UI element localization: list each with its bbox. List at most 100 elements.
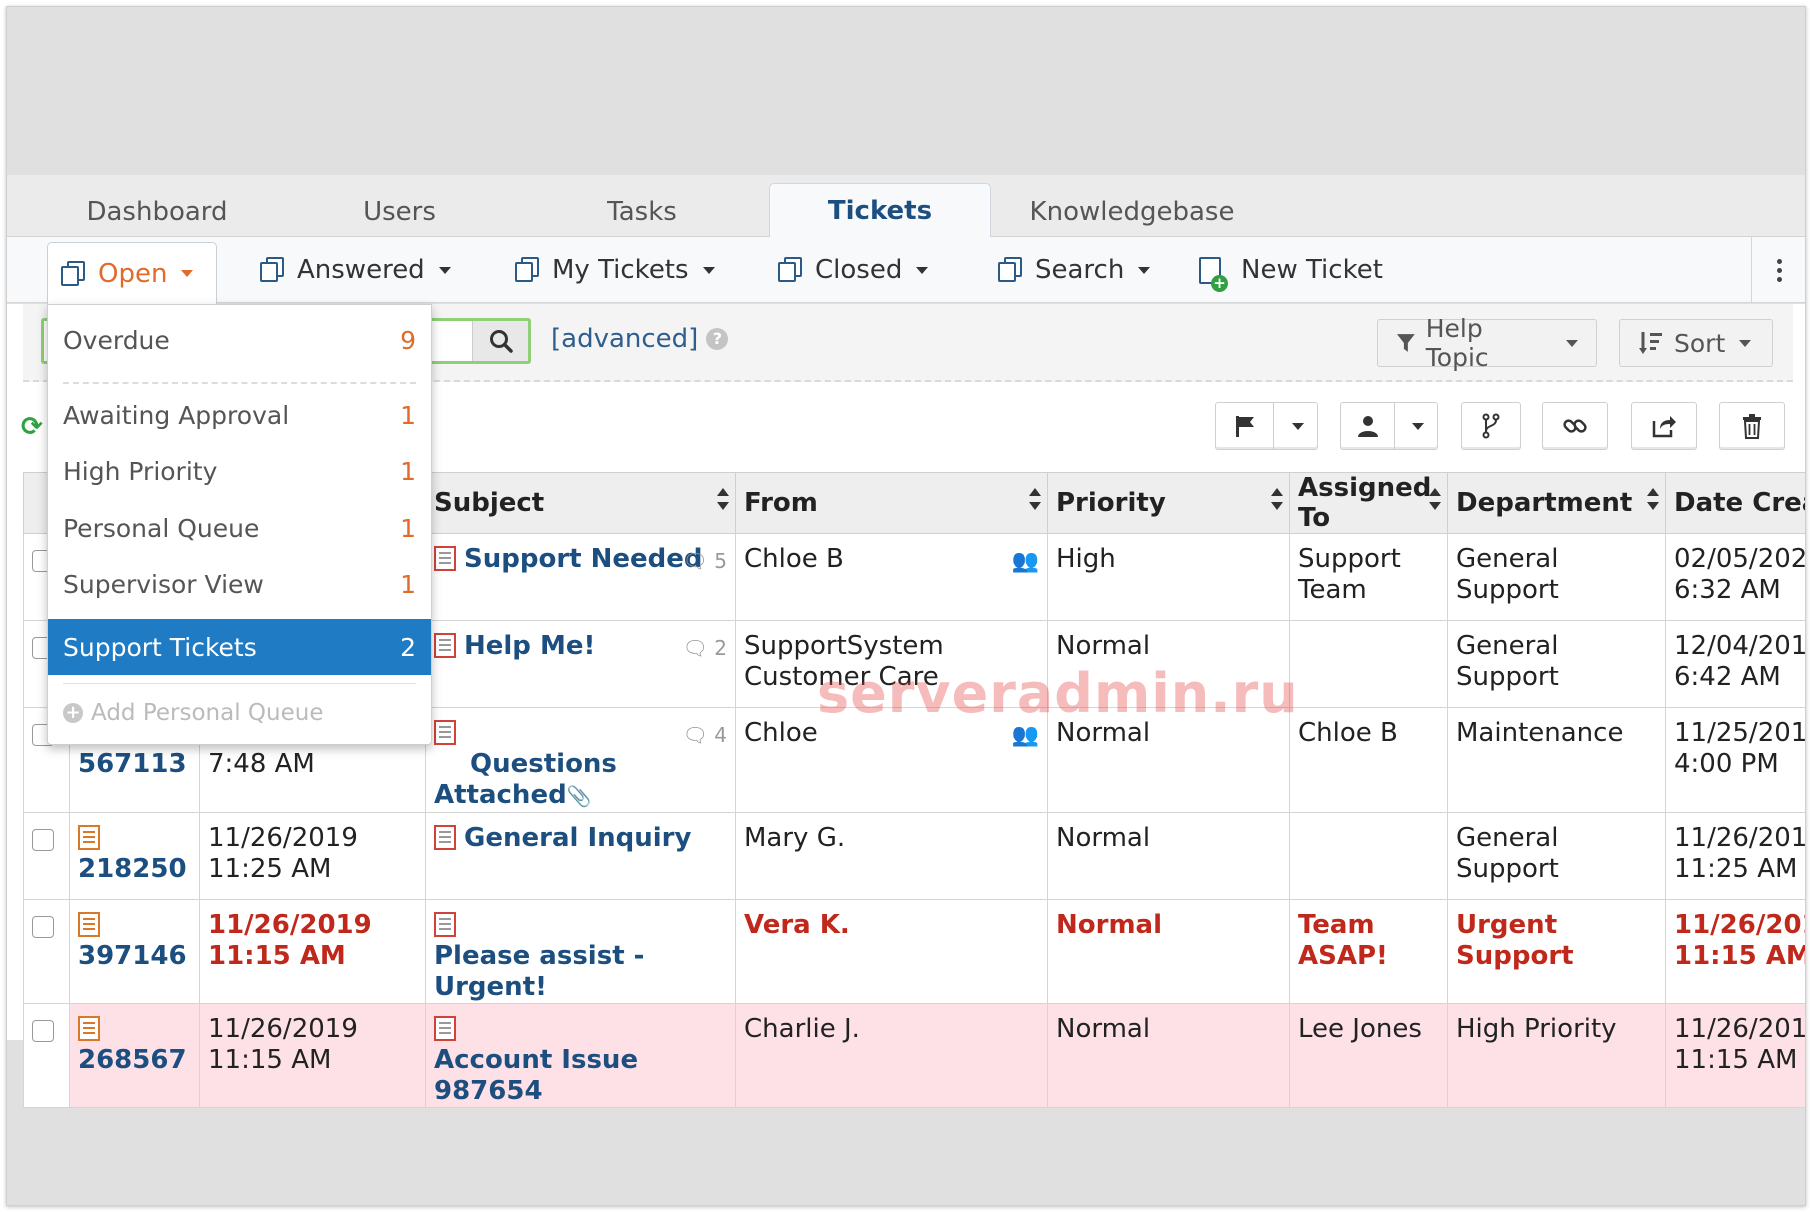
help-icon[interactable]: ? [706, 328, 729, 350]
created-time: 4:00 PM [1674, 749, 1779, 779]
ticket-number-link[interactable]: 397146 [78, 941, 191, 972]
header-assigned-to[interactable]: Assigned To [1289, 472, 1448, 534]
help-topic-label: Help Topic [1425, 314, 1489, 372]
queue-item-supervisor-view[interactable]: Supervisor View 1 [48, 556, 431, 612]
advanced-search-link[interactable]: [advanced]? [551, 324, 729, 354]
header-department[interactable]: Department [1447, 472, 1666, 534]
queue-item-overdue[interactable]: Overdue 9 [48, 312, 431, 368]
sort-arrows-icon [1029, 488, 1041, 510]
table-row[interactable]: 218250 11/26/2019 11:25 AM General Inquir… [23, 812, 1805, 900]
chevron-down-icon [1412, 422, 1425, 430]
queue-count: 1 [400, 513, 416, 543]
chevron-down-icon [181, 270, 194, 277]
link-button[interactable] [1542, 402, 1608, 450]
thread-count-value: 2 [714, 636, 727, 660]
queue-count: 1 [400, 569, 416, 599]
from-name[interactable]: Mary G. [735, 812, 1048, 900]
tab-tickets[interactable]: Tickets [769, 183, 991, 238]
add-personal-queue-label: Add Personal Queue [91, 700, 324, 726]
ticket-subject-link[interactable]: General Inquiry [464, 823, 691, 853]
date-date: 11/26/2019 [208, 910, 372, 940]
priority-cell: Normal [1047, 812, 1290, 900]
tab-dashboard[interactable]: Dashboard [47, 187, 267, 237]
new-ticket-icon [1199, 256, 1228, 292]
queue-icon [257, 257, 287, 283]
sort-icon [1639, 332, 1662, 354]
sort-arrows-icon [1647, 488, 1659, 510]
header-date-created[interactable]: Date Created [1665, 472, 1805, 534]
queue-count: 9 [400, 325, 416, 355]
merge-button[interactable] [1461, 402, 1521, 450]
subnav-answered[interactable]: Answered [257, 237, 451, 303]
assigned-cell [1289, 812, 1448, 900]
subnav-my-tickets[interactable]: My Tickets [512, 237, 715, 303]
table-row[interactable]: 268567 11/26/2019 11:15 AM Account Issue … [23, 1003, 1805, 1108]
more-menu-icon[interactable] [1751, 237, 1805, 303]
filter-icon [1396, 334, 1415, 352]
ticket-number-link[interactable]: 268567 [78, 1045, 191, 1076]
queue-label: Supervisor View [63, 569, 264, 599]
header-subject-label: Subject [434, 488, 545, 518]
date-time: 11:15 AM [208, 941, 346, 971]
queue-label: High Priority [63, 456, 218, 486]
sort-arrows-icon [1429, 488, 1441, 510]
queue-item-high-priority[interactable]: High Priority 1 [48, 443, 431, 499]
divider [63, 382, 416, 384]
ticket-subject-link[interactable]: Account Issue 987654 [434, 1045, 638, 1106]
queue-item-support-tickets[interactable]: Support Tickets 2 [48, 619, 431, 675]
sort-arrows-icon [717, 488, 729, 510]
header-from[interactable]: From [735, 472, 1048, 534]
department-cell: Urgent Support [1447, 899, 1666, 1004]
delete-button[interactable] [1719, 402, 1785, 450]
table-row[interactable]: 397146 11/26/2019 11:15 AM Please assist … [23, 899, 1805, 1004]
queue-item-personal-queue[interactable]: Personal Queue 1 [48, 500, 431, 556]
sort-button[interactable]: Sort [1619, 319, 1773, 367]
row-checkbox[interactable] [32, 916, 54, 938]
row-checkbox[interactable] [32, 1020, 54, 1042]
search-button[interactable] [472, 321, 528, 361]
queue-count: 1 [400, 456, 416, 486]
ticket-subject-link[interactable]: Please assist - Urgent! [434, 941, 644, 1002]
queue-icon [58, 260, 88, 287]
queue-count: 2 [400, 632, 416, 662]
subnav-closed[interactable]: Closed [775, 237, 929, 303]
ticket-subject-link[interactable]: Support Needed [464, 544, 703, 574]
chevron-down-icon [1739, 339, 1752, 347]
assigned-cell: Lee Jones [1289, 1003, 1448, 1108]
from-name[interactable]: Chloe [744, 718, 818, 748]
queue-item-awaiting-approval[interactable]: Awaiting Approval 1 [48, 387, 431, 443]
open-queues-dropdown: Overdue 9 Awaiting Approval 1 High Prior… [47, 304, 432, 745]
assign-button[interactable] [1340, 402, 1438, 450]
priority-cell: Normal [1047, 899, 1290, 1004]
refresh-icon[interactable]: ⟳ [21, 412, 43, 442]
header-priority[interactable]: Priority [1047, 472, 1290, 534]
ticket-status-icon [78, 825, 100, 850]
help-topic-filter-button[interactable]: Help Topic [1377, 314, 1597, 372]
from-name[interactable]: Charlie J. [735, 1003, 1048, 1108]
subnav-new-ticket[interactable]: New Ticket [1199, 237, 1383, 303]
add-personal-queue-link[interactable]: + Add Personal Queue [63, 700, 323, 726]
created-cell: 11/26/201911:25 AM [1665, 812, 1805, 900]
tab-tasks[interactable]: Tasks [527, 187, 757, 237]
from-name[interactable]: Vera K. [735, 899, 1048, 1004]
department-cell: General Support [1447, 533, 1666, 621]
priority-cell: Normal [1047, 1003, 1290, 1108]
row-checkbox[interactable] [32, 829, 54, 851]
from-name[interactable]: Chloe B [744, 544, 844, 574]
created-time: 11:25 AM [1674, 854, 1798, 884]
ticket-number-link[interactable]: 567113 [78, 749, 191, 780]
thread-count: 🗨 2 [682, 636, 727, 660]
ticket-icon [434, 720, 456, 745]
ticket-number-link[interactable]: 218250 [78, 854, 191, 885]
created-cell: 11/26/201911:15 AM [1665, 899, 1805, 1004]
subnav-search[interactable]: Search [995, 237, 1151, 303]
subnav-open[interactable]: Open [47, 242, 217, 304]
chevron-down-icon [916, 266, 929, 274]
ticket-subject-link[interactable]: Help Me! [464, 631, 595, 661]
tab-users[interactable]: Users [287, 187, 512, 237]
flag-button[interactable] [1215, 402, 1318, 450]
plus-circle-icon: + [63, 703, 83, 723]
transfer-button[interactable] [1631, 402, 1697, 450]
header-subject[interactable]: Subject [425, 472, 736, 534]
tab-knowledgebase[interactable]: Knowledgebase [1007, 187, 1257, 237]
